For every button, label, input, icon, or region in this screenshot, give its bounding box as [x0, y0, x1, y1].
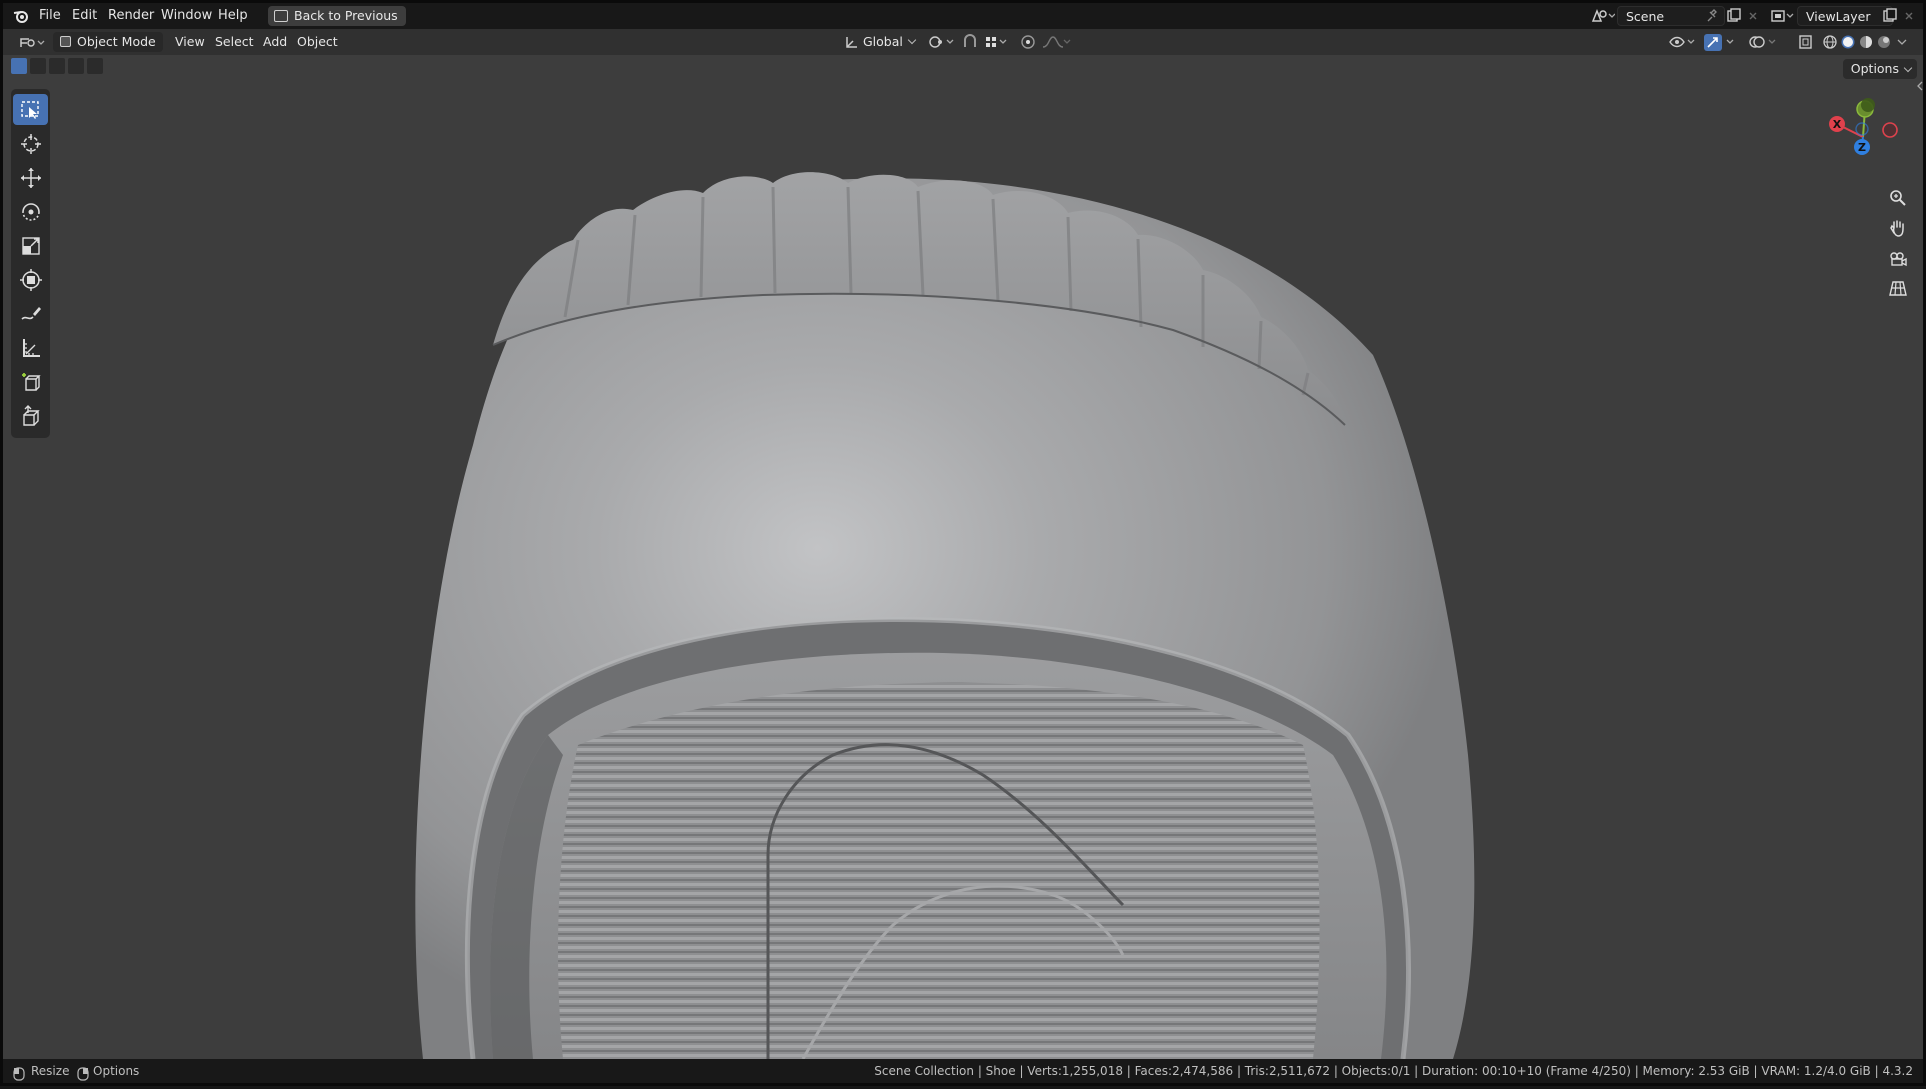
- top-bar: File Edit Render Window Help Back to Pre…: [3, 3, 1923, 29]
- measure-icon: [22, 338, 40, 357]
- menu-add[interactable]: Add: [263, 29, 287, 55]
- mouse-left-icon: [13, 1065, 25, 1089]
- scene-statistics: Scene Collection | Shoe | Verts:1,255,01…: [874, 1064, 1913, 1078]
- view-layer-field[interactable]: ViewLayer: [1797, 6, 1893, 26]
- mode-label: Object Mode: [77, 34, 156, 49]
- shading-options-chevron-icon[interactable]: [1895, 29, 1909, 55]
- view-layer-icon[interactable]: [1769, 3, 1795, 29]
- scene-icon[interactable]: [1589, 3, 1616, 29]
- pin-icon[interactable]: [1705, 3, 1719, 29]
- zoom-icon[interactable]: [1885, 185, 1911, 211]
- cursor-tool[interactable]: [13, 128, 48, 159]
- menu-file[interactable]: File: [39, 3, 61, 29]
- gizmo-toggle-icon[interactable]: [1703, 29, 1737, 55]
- menu-edit[interactable]: Edit: [72, 3, 97, 29]
- menu-select[interactable]: Select: [215, 29, 254, 55]
- transform-orientation-dropdown[interactable]: Global: [841, 32, 921, 52]
- shading-wireframe-icon[interactable]: [1821, 29, 1839, 55]
- menu-view[interactable]: View: [175, 29, 205, 55]
- falloff-icon[interactable]: [1041, 29, 1071, 55]
- select-extend-icon[interactable]: [30, 58, 46, 74]
- sidebar-toggle-icon[interactable]: [1915, 79, 1923, 93]
- pan-hand-icon[interactable]: [1885, 215, 1911, 241]
- move-icon: [20, 167, 41, 188]
- rotate-icon: [21, 202, 40, 221]
- annotate-icon: [20, 306, 41, 320]
- transform-icon: [19, 268, 42, 291]
- select-intersect-icon[interactable]: [87, 58, 103, 74]
- orientation-label: Global: [863, 34, 903, 49]
- overlays-toggle-icon[interactable]: [1747, 29, 1781, 55]
- navigation-gizmo[interactable]: X Z: [1825, 97, 1915, 177]
- select-new-icon[interactable]: [11, 58, 27, 74]
- new-scene-icon[interactable]: [1725, 3, 1741, 29]
- blender-logo-icon[interactable]: [13, 3, 29, 29]
- select-box-tool[interactable]: [13, 94, 48, 125]
- extrude-icon: [22, 404, 40, 426]
- shading-solid-icon[interactable]: [1839, 29, 1857, 55]
- axis-z-label: Z: [1858, 141, 1866, 154]
- measure-tool[interactable]: [13, 332, 48, 363]
- move-tool[interactable]: [13, 162, 48, 193]
- proportional-editing-icon[interactable]: [1019, 29, 1039, 55]
- select-box-icon: [20, 100, 39, 119]
- annotate-tool[interactable]: [13, 298, 48, 329]
- add-cube-tool[interactable]: [13, 366, 48, 397]
- selection-mode-buttons: [11, 58, 103, 76]
- perspective-toggle-icon[interactable]: [1885, 275, 1911, 301]
- axis-x-label: X: [1833, 118, 1842, 131]
- extrude-tool[interactable]: [13, 400, 48, 431]
- viewport-options-dropdown[interactable]: Options: [1842, 59, 1917, 79]
- back-to-previous-label: Back to Previous: [294, 8, 398, 23]
- orientation-icon: [846, 37, 857, 48]
- tool-shelf: [11, 89, 50, 438]
- back-to-previous-button[interactable]: Back to Previous: [268, 6, 406, 26]
- xray-toggle-icon[interactable]: [1797, 29, 1815, 55]
- mode-dropdown[interactable]: Object Mode: [53, 32, 163, 65]
- status-resize-label: Resize: [31, 1064, 70, 1078]
- snap-target-icon[interactable]: [983, 29, 1009, 55]
- delete-view-layer-icon[interactable]: [1903, 3, 1915, 29]
- menu-help[interactable]: Help: [218, 3, 248, 29]
- menu-window[interactable]: Window: [161, 3, 212, 29]
- chevron-down-icon: [1903, 63, 1913, 73]
- camera-view-icon[interactable]: [1885, 245, 1911, 271]
- viewport-header: Object Mode View Select Add Object Globa…: [3, 29, 1923, 65]
- delete-scene-icon[interactable]: [1747, 3, 1759, 29]
- status-options-label: Options: [93, 1064, 140, 1078]
- object-mode-icon: [60, 36, 71, 47]
- transform-tool[interactable]: [13, 264, 48, 295]
- menu-object[interactable]: Object: [297, 29, 338, 55]
- mouse-right-icon: [77, 1065, 89, 1089]
- cursor-icon: [20, 133, 41, 154]
- editor-type-icon[interactable]: [17, 29, 47, 55]
- rotate-tool[interactable]: [13, 196, 48, 227]
- pivot-point-icon[interactable]: [927, 29, 957, 55]
- add-cube-icon: [21, 372, 41, 391]
- status-bar: Resize Options Scene Collection | Shoe |…: [3, 1059, 1923, 1083]
- shading-material-icon[interactable]: [1857, 29, 1875, 55]
- new-view-layer-icon[interactable]: [1881, 3, 1897, 29]
- scale-tool[interactable]: [13, 230, 48, 261]
- select-subtract-icon[interactable]: [49, 58, 65, 74]
- shading-rendered-icon[interactable]: [1875, 29, 1893, 55]
- scale-icon: [21, 236, 40, 255]
- snap-toggle-icon[interactable]: [961, 29, 979, 55]
- 3d-viewport[interactable]: Options X Z: [3, 55, 1923, 1059]
- back-icon: [274, 10, 288, 22]
- visibility-selectability-icon[interactable]: [1667, 29, 1697, 55]
- select-invert-icon[interactable]: [68, 58, 84, 74]
- shoe-model: [415, 172, 1475, 1059]
- axis-neg-z-circle[interactable]: [1855, 122, 1869, 136]
- menu-render[interactable]: Render: [108, 3, 154, 29]
- options-label: Options: [1850, 61, 1899, 76]
- chevron-down-icon: [907, 35, 917, 45]
